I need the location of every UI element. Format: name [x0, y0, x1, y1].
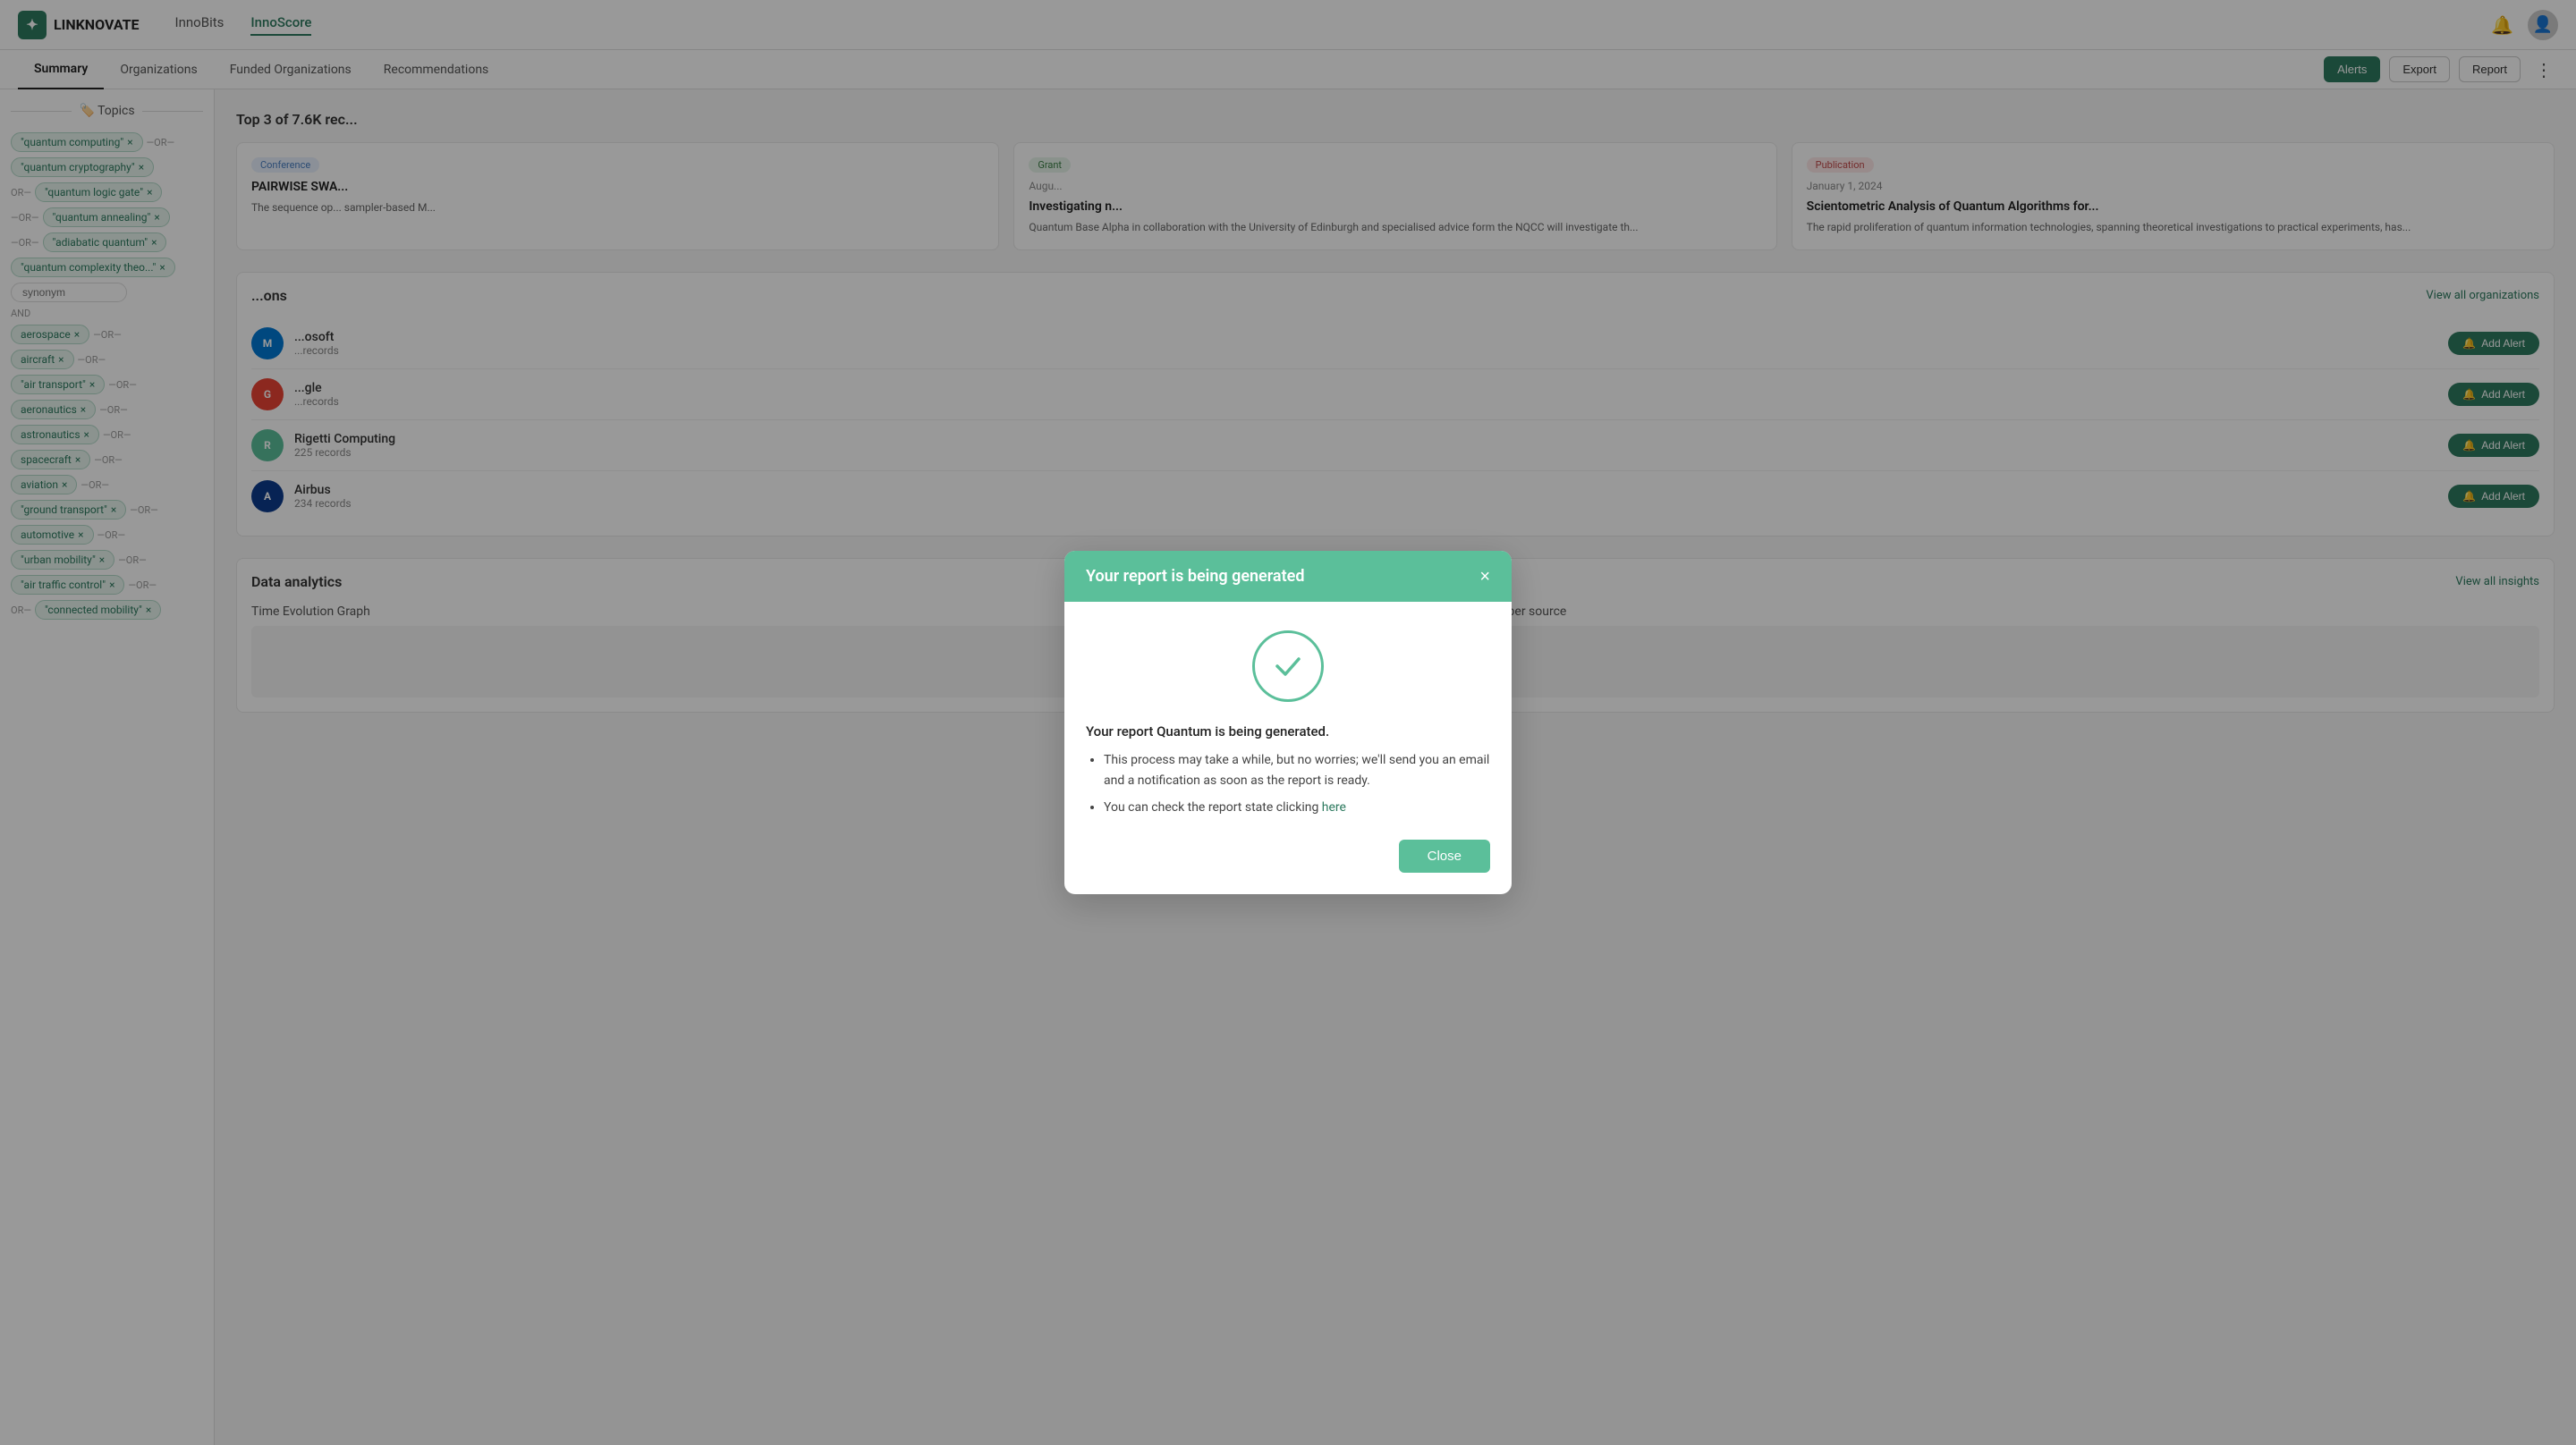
modal-here-link[interactable]: here [1322, 800, 1346, 815]
modal-close-btn[interactable]: Close [1399, 840, 1490, 873]
modal-bullet-2: You can check the report state clicking … [1104, 798, 1490, 817]
modal-bullet-2-prefix: You can check the report state clicking [1104, 800, 1322, 815]
modal-main-text: Your report Quantum is being generated. [1086, 723, 1490, 739]
modal-body: Your report Quantum is being generated. … [1064, 602, 1512, 893]
modal-overlay[interactable]: Your report is being generated × Your re… [0, 0, 2576, 1445]
modal-close-button[interactable]: × [1479, 568, 1490, 586]
modal-bullet-list: This process may take a while, but no wo… [1086, 750, 1490, 817]
modal-content: Your report Quantum is being generated. … [1086, 723, 1490, 872]
modal: Your report is being generated × Your re… [1064, 551, 1512, 893]
modal-footer: Close [1086, 840, 1490, 873]
modal-title: Your report is being generated [1086, 567, 1304, 586]
modal-header: Your report is being generated × [1064, 551, 1512, 602]
modal-bullet-1: This process may take a while, but no wo… [1104, 750, 1490, 790]
checkmark-icon [1270, 648, 1306, 684]
check-circle [1252, 630, 1324, 702]
